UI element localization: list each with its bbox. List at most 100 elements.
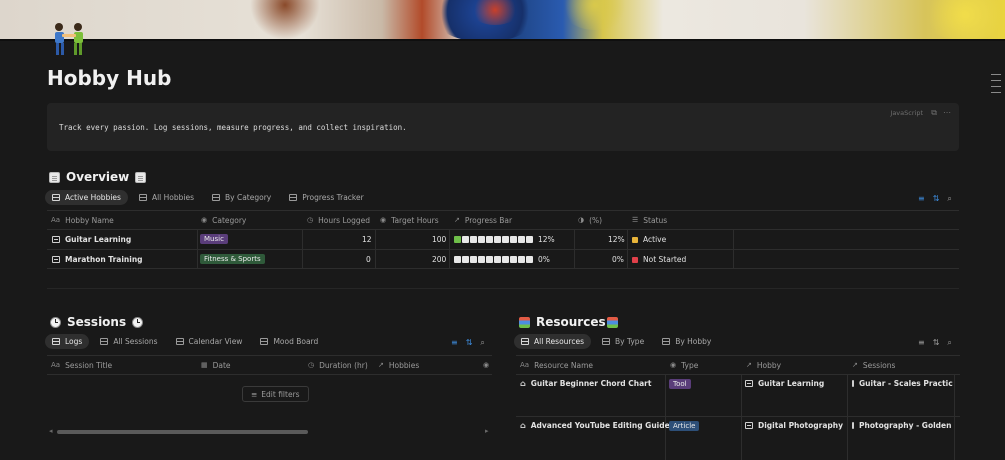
divider [375, 229, 376, 268]
sort-icon[interactable]: ⇅ [466, 338, 473, 348]
filter-icon[interactable]: ≡ [918, 194, 925, 204]
edit-filters-button[interactable]: ≡ Edit filters [242, 386, 309, 402]
column-header-hobbies[interactable]: ↗ Hobbies [378, 356, 419, 374]
percent-cell[interactable]: 0% [612, 255, 624, 264]
tab-by-category[interactable]: By Category [205, 190, 278, 205]
tab-logs[interactable]: Logs [45, 334, 90, 349]
scroll-left-icon[interactable]: ◂ [49, 427, 53, 435]
column-header-more[interactable]: ◉ [483, 356, 489, 374]
progress-cell[interactable]: 0% [454, 255, 550, 264]
column-header-resource-name[interactable]: Aa Resource Name [520, 356, 593, 374]
column-header-category[interactable]: ◉ Category [201, 211, 246, 229]
page-icon [52, 256, 60, 263]
column-header-duration[interactable]: ◷ Duration (hr) [308, 356, 368, 374]
table-of-contents-icon[interactable] [991, 74, 1001, 98]
type-cell[interactable]: Article [669, 421, 700, 431]
more-icon[interactable]: ⋯ [943, 108, 951, 117]
hobby-cell[interactable]: Guitar Learning [745, 379, 824, 388]
filter-icon[interactable]: ≡ [451, 338, 458, 348]
filter-icon[interactable]: ≡ [918, 338, 925, 348]
sessions-cell[interactable]: Guitar - Scales Practice [852, 379, 953, 388]
search-icon[interactable]: ⌕ [480, 338, 484, 348]
status-cell[interactable]: Not Started [632, 255, 686, 264]
progress-cell[interactable]: 12% [454, 235, 555, 244]
resources-title: Resources [536, 315, 606, 329]
table-row[interactable]: Guitar Learning [52, 235, 131, 244]
target-cell[interactable]: 100 [432, 235, 446, 244]
search-icon[interactable]: ⌕ [947, 194, 951, 204]
tab-mood-board[interactable]: Mood Board [253, 334, 325, 349]
divider [449, 229, 450, 268]
bank-icon: ⌂ [520, 421, 526, 430]
tab-calendar-view[interactable]: Calendar View [169, 334, 250, 349]
header-label: Hobby Name [65, 215, 114, 225]
column-header-progress[interactable]: ↗ Progress Bar [454, 211, 512, 229]
progress-cell-segment [470, 236, 477, 243]
tab-by-hobby[interactable]: By Hobby [655, 334, 718, 349]
code-language-label[interactable]: JavaScript [890, 109, 923, 117]
hobby-cell[interactable]: Digital Photography [745, 421, 843, 430]
overview-title: Overview [66, 170, 130, 184]
tab-label: By Hobby [675, 337, 712, 346]
type-cell[interactable]: Tool [669, 379, 691, 389]
progress-cell-segment [486, 236, 493, 243]
table-icon [52, 194, 60, 201]
relation-icon: ↗ [746, 361, 752, 369]
scroll-right-icon[interactable]: ▸ [485, 427, 489, 435]
column-header-hobby[interactable]: ↗ Hobby [746, 356, 781, 374]
progress-cell-segment [470, 256, 477, 263]
sessions-cell[interactable]: Photography - Golden Hou [852, 421, 953, 430]
progress-cell-segment [486, 256, 493, 263]
sort-icon[interactable]: ⇅ [933, 338, 940, 348]
status-label: Active [643, 235, 667, 244]
progress-cell-segment [494, 256, 501, 263]
table-row[interactable]: ⌂ Guitar Beginner Chord Chart [520, 379, 651, 388]
column-header-percent[interactable]: ◑ (%) [578, 211, 602, 229]
tab-label: All Sessions [113, 337, 158, 346]
header-label: Session Title [65, 360, 113, 370]
column-header-target[interactable]: ◉ Target Hours [380, 211, 439, 229]
header-label: Hours Logged [318, 215, 370, 225]
tab-progress-tracker[interactable]: Progress Tracker [282, 190, 370, 205]
tab-label: All Resources [534, 337, 584, 346]
header-label: Duration (hr) [319, 360, 368, 370]
column-header-hobby-name[interactable]: Aa Hobby Name [51, 211, 114, 229]
progress-cell-segment [462, 236, 469, 243]
table-icon [601, 338, 610, 345]
table-row[interactable]: ⌂ Advanced YouTube Editing Guide [520, 421, 670, 430]
table-row[interactable]: Marathon Training [52, 255, 143, 264]
divider [574, 229, 575, 268]
target-value: 100 [432, 235, 447, 244]
column-header-date[interactable]: ▦ Date [201, 356, 231, 374]
divider [47, 249, 959, 250]
tab-all-resources[interactable]: All Resources [514, 334, 591, 349]
copy-icon[interactable]: ⧉ [931, 108, 937, 118]
hours-cell[interactable]: 0 [366, 255, 371, 264]
horizontal-scrollbar[interactable] [57, 430, 308, 434]
category-cell[interactable]: Music [200, 234, 228, 244]
divider [47, 268, 959, 269]
category-cell[interactable]: Fitness & Sports [200, 254, 265, 264]
search-icon[interactable]: ⌕ [947, 338, 951, 348]
column-header-sessions[interactable]: ↗ Sessions [852, 356, 895, 374]
column-header-type[interactable]: ◉ Type [670, 356, 698, 374]
sort-icon[interactable]: ⇅ [933, 194, 940, 204]
people-wrestling-icon[interactable] [47, 21, 91, 61]
code-block[interactable]: Track every passion. Log sessions, measu… [47, 103, 959, 151]
tab-label: All Hobbies [151, 193, 194, 202]
header-label: Type [681, 360, 699, 370]
tab-by-type[interactable]: By Type [595, 334, 651, 349]
page-icon [52, 236, 60, 243]
tab-active-hobbies[interactable]: Active Hobbies [45, 190, 128, 205]
column-header-status[interactable]: ☰ Status [632, 211, 667, 229]
tab-all-hobbies[interactable]: All Hobbies [132, 190, 201, 205]
column-header-hours[interactable]: ◷ Hours Logged [307, 211, 370, 229]
hours-cell[interactable]: 12 [362, 235, 372, 244]
target-cell[interactable]: 200 [432, 255, 446, 264]
edit-filters-label: Edit filters [261, 389, 300, 399]
column-header-session-title[interactable]: Aa Session Title [51, 356, 112, 374]
percent-cell[interactable]: 12% [608, 235, 625, 244]
clock-icon [50, 316, 61, 328]
tab-all-sessions[interactable]: All Sessions [93, 334, 164, 349]
status-cell[interactable]: Active [632, 235, 666, 244]
